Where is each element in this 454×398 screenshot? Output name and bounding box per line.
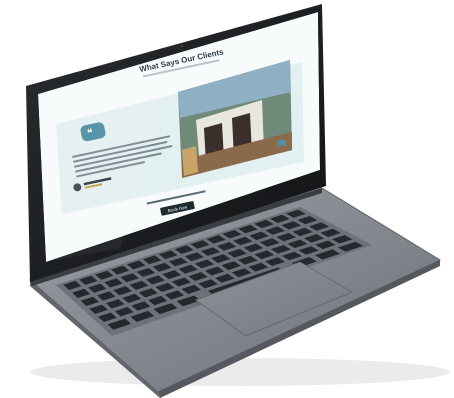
shadow — [30, 358, 450, 386]
laptop-illustration: What Says Our Clients ❝ Book now — [26, 4, 450, 398]
carousel-next-button[interactable] — [278, 140, 286, 146]
webcam — [180, 44, 184, 48]
laptop-photo-scene: What Says Our Clients ❝ Book now — [0, 0, 454, 398]
